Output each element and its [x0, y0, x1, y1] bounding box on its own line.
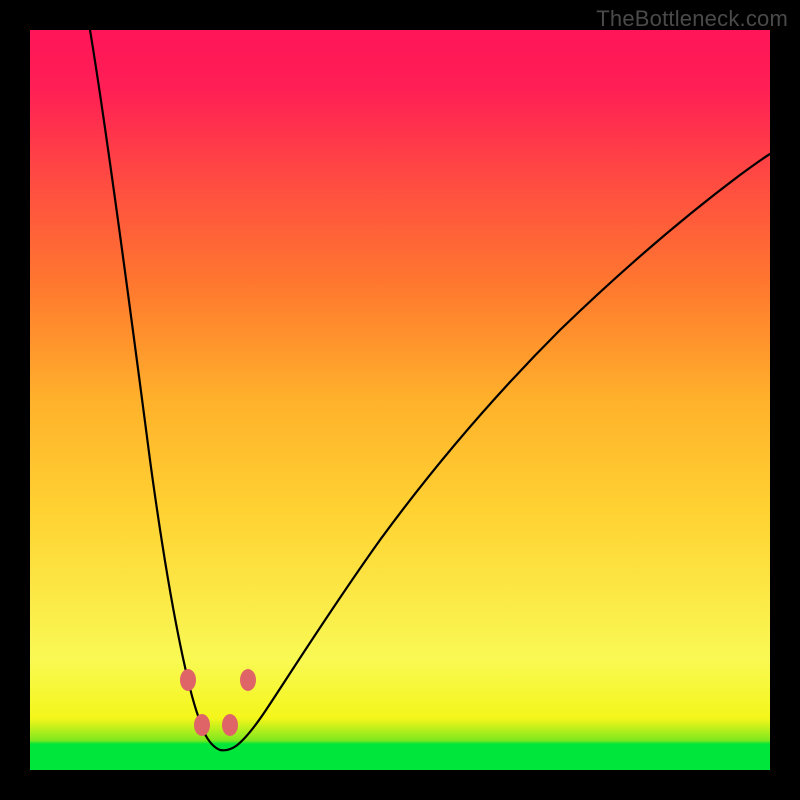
marker-dot: [240, 669, 256, 691]
watermark-text: TheBottleneck.com: [596, 6, 788, 32]
bottleneck-curve: [90, 30, 770, 750]
marker-dot: [194, 714, 210, 736]
plot-area: [30, 30, 770, 770]
marker-dot: [222, 714, 238, 736]
chart-frame: TheBottleneck.com: [0, 0, 800, 800]
marker-dot: [180, 669, 196, 691]
curve-layer: [30, 30, 770, 770]
